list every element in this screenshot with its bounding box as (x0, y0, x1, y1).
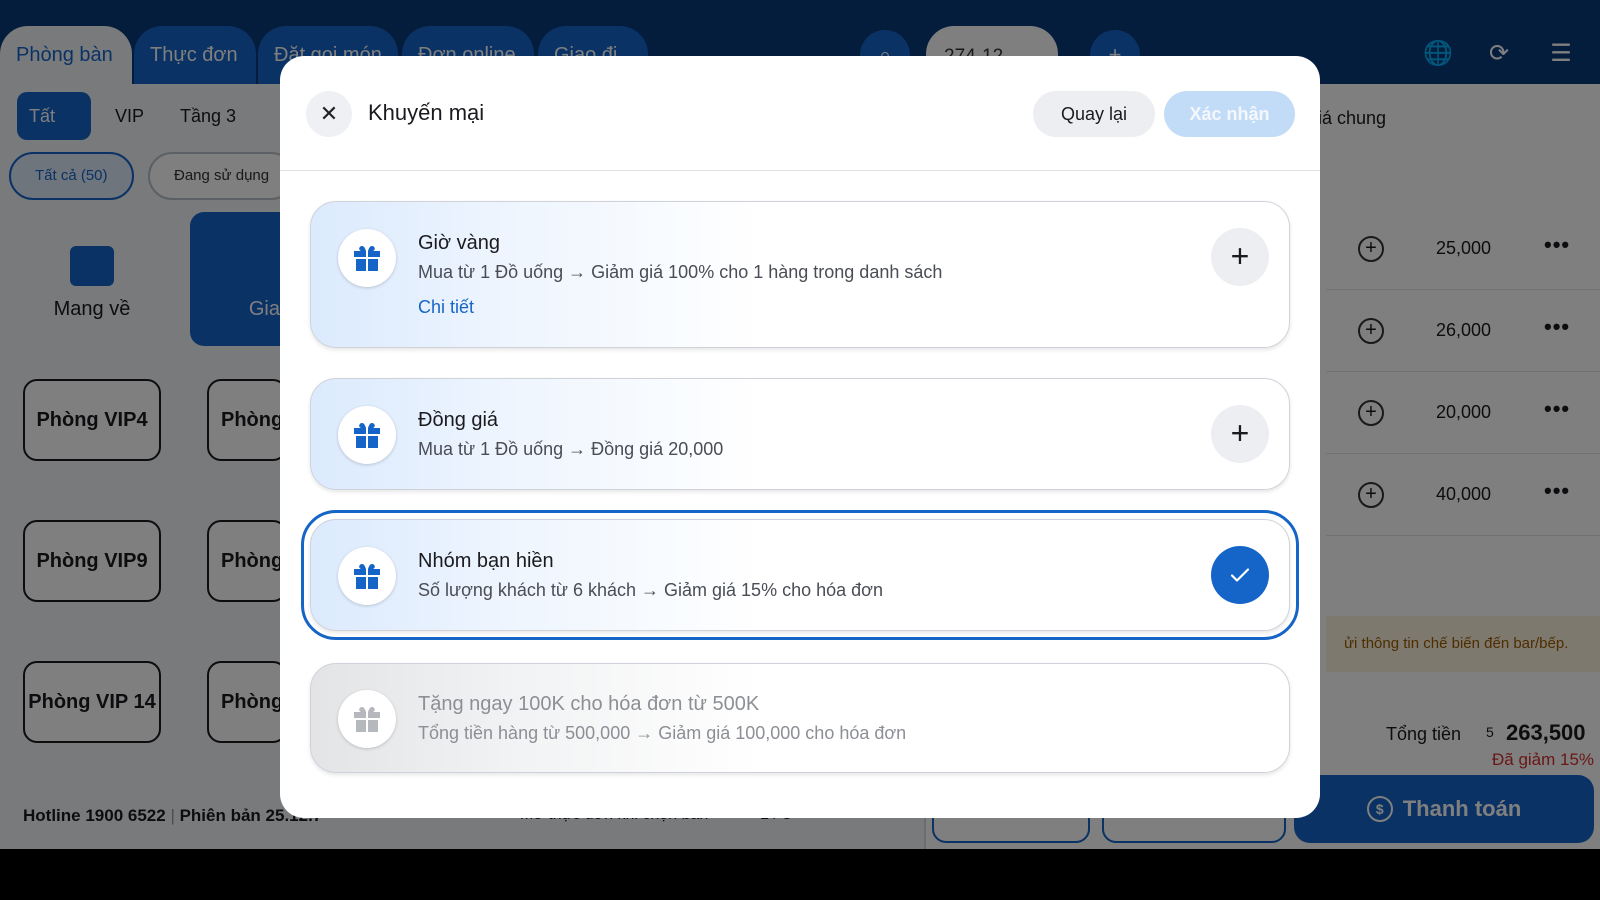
back-button[interactable]: Quay lại (1033, 91, 1155, 137)
dialog-title: Khuyến mại (368, 100, 485, 125)
promotion-title: Giờ vàng (418, 232, 501, 254)
promotion-description: Mua từ 1 Đồ uống → Giảm giá 100% cho 1 h… (418, 262, 943, 282)
promotion-card-100k-gift: Tặng ngay 100K cho hóa đơn từ 500K Tổng … (310, 663, 1290, 773)
gift-icon (338, 406, 396, 464)
promotion-card-friends-group[interactable]: Nhóm bạn hiền Số lượng khách từ 6 khách … (301, 510, 1299, 640)
promotion-description: Số lượng khách từ 6 khách → Giảm giá 15%… (418, 580, 883, 600)
promotion-title: Nhóm bạn hiền (418, 550, 554, 572)
promotion-description: Tổng tiền hàng từ 500,000 → Giảm giá 100… (418, 723, 907, 743)
add-promotion-button[interactable]: + (1211, 405, 1269, 463)
gift-icon (338, 547, 396, 605)
gift-icon (338, 229, 396, 287)
dialog-header: ✕ Khuyến mại Quay lại Xác nhận (280, 56, 1320, 171)
gift-icon (338, 690, 396, 748)
promotion-title: Đồng giá (418, 409, 499, 431)
promotion-title: Tặng ngay 100K cho hóa đơn từ 500K (418, 693, 760, 715)
promotion-description: Mua từ 1 Đồ uống → Đồng giá 20,000 (418, 439, 724, 459)
promotion-card-golden-hour[interactable]: Giờ vàng Mua từ 1 Đồ uống → Giảm giá 100… (310, 201, 1290, 348)
promotion-card-same-price[interactable]: Đồng giá Mua từ 1 Đồ uống → Đồng giá 20,… (310, 378, 1290, 490)
confirm-button[interactable]: Xác nhận (1164, 91, 1295, 137)
details-link[interactable]: Chi tiết (418, 297, 474, 318)
add-promotion-button[interactable]: + (1211, 228, 1269, 286)
promotion-dialog: ✕ Khuyến mại Quay lại Xác nhận Giờ vàng … (280, 56, 1320, 818)
check-icon[interactable] (1211, 546, 1269, 604)
close-icon[interactable]: ✕ (306, 91, 352, 137)
